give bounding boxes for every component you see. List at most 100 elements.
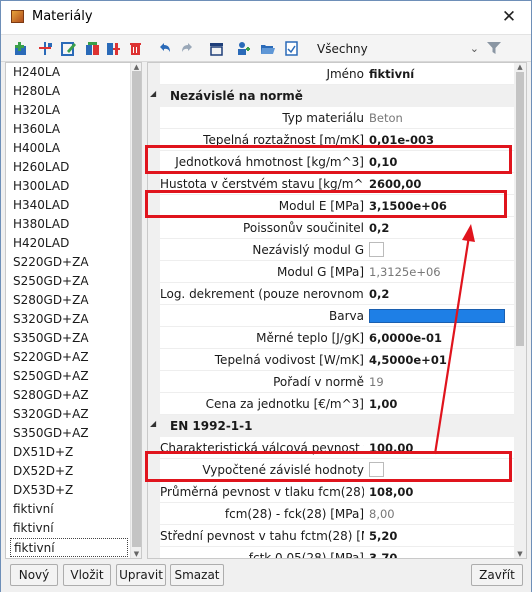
property-label: Nezávislý modul G: [252, 243, 364, 257]
list-item[interactable]: S250GD+AZ: [6, 367, 130, 386]
new-material-icon[interactable]: [13, 40, 30, 57]
scroll-up-icon[interactable]: ▲: [514, 63, 526, 71]
edit-icon[interactable]: [60, 40, 77, 57]
property-row[interactable]: Pořadí v normě 19: [160, 371, 514, 393]
property-row[interactable]: Střední pevnost v tahu fctm(28) [MPa 5,20: [160, 525, 514, 547]
property-row[interactable]: Typ materiálu Beton: [160, 107, 514, 129]
property-label: Typ materiálu: [282, 111, 364, 125]
check-document-icon[interactable]: [283, 40, 300, 57]
chevron-down-icon: ⌄: [469, 42, 479, 55]
property-row[interactable]: fcm(28) - fck(28) [MPa] 8,00: [160, 503, 514, 525]
list-item[interactable]: H400LA: [6, 139, 130, 158]
property-label: Vypočtené závislé hodnoty: [202, 463, 364, 477]
scroll-up-icon[interactable]: ▲: [131, 63, 142, 71]
property-row-name[interactable]: Jméno fiktivní: [160, 63, 514, 85]
collapse-triangle-icon[interactable]: ◢: [150, 89, 156, 98]
property-row[interactable]: Log. dekrement (pouze nerovnoměrn 0,2: [160, 283, 514, 305]
list-scrollbar[interactable]: ▲ ▼: [130, 63, 141, 558]
property-checkbox[interactable]: [369, 462, 384, 477]
list-item[interactable]: fiktivní: [6, 500, 130, 519]
list-item[interactable]: S250GD+ZA: [6, 272, 130, 291]
property-row[interactable]: Modul E [MPa] 3,1500e+06: [160, 195, 514, 217]
property-value: 0,01e-003: [369, 133, 434, 147]
list-item[interactable]: H360LA: [6, 120, 130, 139]
property-value: 0,2: [369, 287, 390, 301]
property-row[interactable]: Tepelná vodivost [W/mK] 4,5000e+01: [160, 349, 514, 371]
property-row[interactable]: Charakteristická válcová pevnost v tl 100…: [160, 437, 514, 459]
insert-button[interactable]: Vložit: [63, 564, 111, 586]
list-item[interactable]: DX52D+Z: [6, 462, 130, 481]
list-item[interactable]: S350GD+ZA: [6, 329, 130, 348]
property-row[interactable]: Vypočtené závislé hodnoty: [160, 459, 514, 481]
delete-icon[interactable]: [127, 40, 144, 57]
edit-button[interactable]: Upravit: [116, 564, 166, 586]
list-item[interactable]: H300LAD: [6, 177, 130, 196]
window-title: Materiály: [32, 9, 93, 24]
property-row[interactable]: Nezávislý modul G: [160, 239, 514, 261]
delete-button[interactable]: Smazat: [170, 564, 224, 586]
property-row[interactable]: Průměrná pevnost v tlaku fcm(28) [M 108,0…: [160, 481, 514, 503]
list-item[interactable]: H380LAD: [6, 215, 130, 234]
close-button[interactable]: Zavřít: [471, 564, 523, 586]
filter-icon[interactable]: [487, 41, 501, 55]
list-item[interactable]: fiktivní: [6, 519, 130, 538]
color-swatch[interactable]: [369, 309, 505, 323]
list-item[interactable]: S220GD+AZ: [6, 348, 130, 367]
list-item[interactable]: fiktivní: [10, 538, 128, 557]
filter-select[interactable]: Všechny ⌄: [317, 40, 479, 58]
property-checkbox[interactable]: [369, 242, 384, 257]
property-value: 108,00: [369, 485, 414, 499]
property-row[interactable]: Tepelná roztažnost [m/mK] 0,01e-003: [160, 129, 514, 151]
list-item[interactable]: S320GD+ZA: [6, 310, 130, 329]
property-label: Poissonův součinitel: [243, 221, 364, 235]
list-item[interactable]: DX51D+Z: [6, 443, 130, 462]
property-value: 0,10: [369, 155, 398, 169]
list-item[interactable]: S320GD+AZ: [6, 405, 130, 424]
list-scrollbar-thumb[interactable]: [132, 71, 141, 547]
property-label: Cena za jednotku [€/m^3]: [205, 397, 364, 411]
property-row[interactable]: Cena za jednotku [€/m^3] 1,00: [160, 393, 514, 415]
section-en1992[interactable]: ◢ EN 1992-1-1: [148, 415, 516, 437]
app-icon: [11, 10, 24, 23]
property-row[interactable]: Barva: [160, 305, 514, 327]
property-value: fiktivní: [369, 67, 415, 81]
properties-gutter: [148, 63, 160, 558]
list-item[interactable]: S280GD+AZ: [6, 386, 130, 405]
list-item[interactable]: H260LAD: [6, 158, 130, 177]
user-icon[interactable]: [235, 40, 252, 57]
list-item[interactable]: H280LA: [6, 82, 130, 101]
property-row[interactable]: Jednotková hmotnost [kg/m^3] 0,10: [160, 151, 514, 173]
collapse-triangle-icon[interactable]: ◢: [150, 419, 156, 428]
properties-scrollbar-thumb[interactable]: [516, 72, 524, 346]
property-row[interactable]: Modul G [MPa] 1,3125e+06: [160, 261, 514, 283]
properties-scrollbar[interactable]: ▲ ▼: [514, 63, 526, 558]
redo-icon[interactable]: [179, 40, 196, 57]
list-item[interactable]: S350GD+AZ: [6, 424, 130, 443]
scroll-down-icon[interactable]: ▼: [131, 550, 142, 558]
property-label: Tepelná vodivost [W/mK]: [214, 353, 364, 367]
property-row[interactable]: Poissonův součinitel 0,2: [160, 217, 514, 239]
list-item[interactable]: S220GD+ZA: [6, 253, 130, 272]
scroll-down-icon[interactable]: ▼: [514, 550, 526, 558]
list-item[interactable]: H320LA: [6, 101, 130, 120]
duplicate-icon[interactable]: [84, 40, 101, 57]
list-item[interactable]: H240LA: [6, 63, 130, 82]
new-button[interactable]: Nový: [10, 564, 58, 586]
copy-to-project-icon[interactable]: [105, 40, 122, 57]
open-folder-icon[interactable]: [259, 40, 276, 57]
undo-icon[interactable]: [156, 40, 173, 57]
list-item[interactable]: H420LAD: [6, 234, 130, 253]
insert-icon[interactable]: [37, 40, 54, 57]
close-icon[interactable]: ✕: [497, 5, 521, 29]
property-row[interactable]: Hustota v čerstvém stavu [kg/m^3] 2600,00: [160, 173, 514, 195]
list-item[interactable]: DX53D+Z: [6, 481, 130, 500]
materials-list-panel: H240LA H280LA H320LA H360LA H400LA H260LAD H30…: [5, 62, 142, 559]
property-label: Měrné teplo [J/gK]: [256, 331, 364, 345]
section-independent[interactable]: ◢ Nezávislé na normě: [148, 85, 516, 107]
property-row[interactable]: fctk 0,05(28) [MPa] 3,70: [160, 547, 514, 558]
property-value: 5,20: [369, 529, 398, 543]
property-row[interactable]: Měrné teplo [J/gK] 6,0000e-01: [160, 327, 514, 349]
list-item[interactable]: S280GD+ZA: [6, 291, 130, 310]
library-icon[interactable]: [208, 40, 225, 57]
list-item[interactable]: H340LAD: [6, 196, 130, 215]
